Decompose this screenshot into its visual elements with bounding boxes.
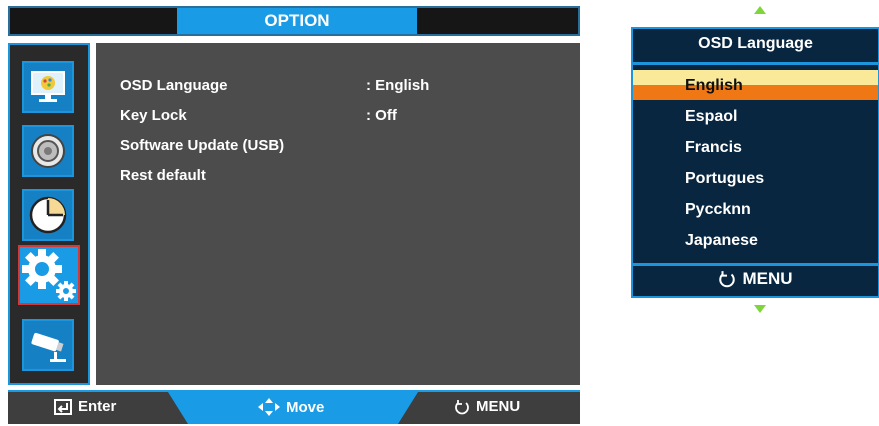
move-arrows-icon: [258, 398, 280, 416]
language-option-japanese[interactable]: Japanese: [685, 232, 758, 250]
sidebar-item-camera[interactable]: [22, 319, 74, 371]
move-hint: Move: [258, 398, 324, 416]
move-label: Move: [286, 398, 325, 416]
popup-divider-top: [633, 62, 878, 65]
audio-speaker-icon: [31, 134, 65, 168]
language-option-francis[interactable]: Francis: [685, 139, 742, 157]
selection-highlight-bottom: [633, 85, 878, 100]
enter-key-icon: [54, 398, 72, 415]
selection-highlight-top: [633, 70, 878, 85]
option-menu-panel: OSD Language : English Key Lock : Off So…: [96, 43, 580, 385]
osd-language-popup: OSD Language English Espaol Francis Port…: [631, 27, 879, 298]
sidebar-item-picture[interactable]: [22, 61, 74, 113]
menu-item-osd-language[interactable]: OSD Language: [120, 77, 228, 94]
popup-divider-bottom: [633, 263, 878, 266]
category-sidebar: [8, 43, 90, 385]
picture-icon: [31, 71, 65, 102]
security-camera-icon: [31, 332, 66, 362]
enter-hint: Enter: [54, 398, 116, 415]
language-option-portugues[interactable]: Portugues: [685, 170, 764, 188]
menu-value-key-lock: : Off: [366, 107, 397, 124]
title-bar: OPTION: [8, 6, 580, 36]
menu-item-reset-default[interactable]: Rest default: [120, 167, 206, 184]
scroll-up-arrow-icon[interactable]: [754, 6, 766, 14]
return-arrow-icon: [455, 399, 469, 414]
enter-label: Enter: [78, 398, 117, 415]
language-option-espaol[interactable]: Espaol: [685, 108, 737, 126]
page-title: OPTION: [177, 8, 417, 34]
language-option-pyccknn[interactable]: Pyccknn: [685, 201, 751, 219]
sidebar-item-option[interactable]: [18, 245, 80, 305]
scroll-down-arrow-icon[interactable]: [754, 305, 766, 313]
return-arrow-icon: [719, 271, 736, 288]
popup-title: OSD Language: [698, 35, 813, 52]
popup-menu-label: MENU: [742, 269, 793, 288]
settings-gears-icon: [22, 249, 76, 301]
language-option-english[interactable]: English: [685, 77, 743, 95]
menu-value-osd-language: : English: [366, 77, 430, 94]
menu-label: MENU: [476, 398, 521, 415]
sidebar-item-audio[interactable]: [22, 125, 74, 177]
key-hint-bar: Enter Move MENU: [8, 390, 580, 424]
menu-item-key-lock[interactable]: Key Lock: [120, 107, 187, 124]
sidebar-item-time[interactable]: [22, 189, 74, 241]
menu-item-software-update[interactable]: Software Update (USB): [120, 137, 284, 154]
menu-hint: MENU: [454, 398, 520, 415]
popup-menu-hint[interactable]: MENU: [633, 269, 878, 289]
clock-icon: [29, 196, 67, 234]
